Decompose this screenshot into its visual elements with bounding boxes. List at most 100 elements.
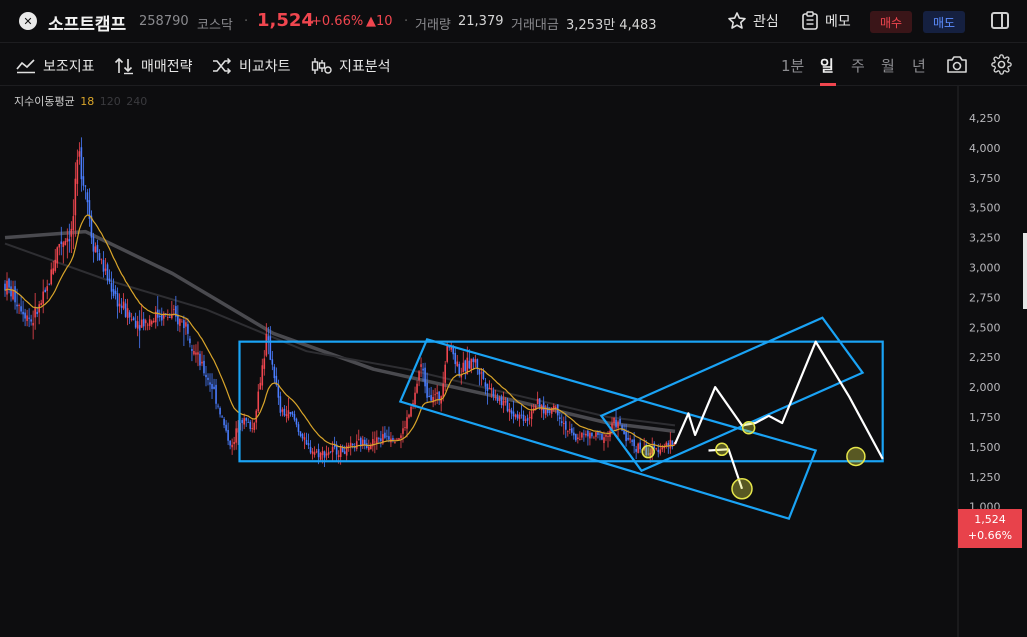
candle-body (331, 447, 334, 453)
candle-body (631, 440, 633, 442)
candle-body (530, 411, 533, 420)
candle-body (591, 432, 593, 437)
candle-body (488, 388, 491, 390)
candle-body (544, 409, 547, 415)
candle-body (253, 423, 256, 430)
timeframe-week[interactable]: 주 (851, 55, 865, 76)
candle-body (32, 322, 34, 326)
candle-body (603, 437, 605, 444)
candle-body (669, 439, 672, 449)
watch-button[interactable]: 관심 (727, 11, 779, 31)
strategy-button[interactable]: 매매전략 (114, 56, 193, 76)
candle-body (577, 437, 579, 440)
candle-body (597, 432, 599, 435)
user-drawings[interactable] (238, 316, 884, 521)
candle-body (132, 317, 135, 321)
close-icon[interactable]: ✕ (19, 12, 37, 30)
candle-body (94, 246, 97, 253)
candle-body (36, 311, 38, 315)
candle-body (404, 427, 406, 429)
candle-body (327, 452, 330, 455)
candle-body (44, 289, 46, 293)
candle-body (54, 259, 57, 271)
volume-label: 거래량 (415, 18, 451, 33)
candle-body (560, 421, 563, 423)
candle-body (235, 428, 237, 443)
candle-body (261, 365, 264, 386)
candle-body (661, 447, 664, 450)
compare-button[interactable]: 비교차트 (212, 56, 291, 76)
side-panel-icon[interactable] (991, 12, 1009, 29)
price-axis: 4,250 4,000 3,750 3,500 3,250 3,000 2,750 2,500… (969, 112, 1001, 514)
candle-body (191, 348, 193, 351)
price-chart[interactable]: 4,250 4,000 3,750 3,500 3,250 3,000 2,750 2,500… (0, 86, 1027, 637)
candle-body (478, 369, 481, 375)
candle-body (442, 383, 444, 397)
candle-body (420, 364, 422, 367)
ma18-line (4, 214, 675, 449)
candle-body (575, 433, 577, 441)
candle-body (225, 424, 227, 431)
candle-body (368, 446, 370, 451)
candle-body (84, 185, 87, 187)
separator-dot: · (404, 14, 409, 29)
candle-body (12, 290, 14, 300)
candle-body (181, 321, 183, 323)
y-tick-label: 1,750 (969, 411, 1001, 424)
candle-body (319, 452, 322, 460)
analysis-button[interactable]: 지표분석 (310, 56, 391, 76)
timeframe-year[interactable]: 년 (912, 55, 926, 76)
candle-body (428, 395, 430, 398)
strategy-label: 매매전략 (141, 59, 193, 75)
timeframe-day[interactable]: 일 (820, 55, 834, 76)
candle-body (138, 325, 141, 331)
candle-body (86, 192, 89, 203)
candle-body (625, 431, 627, 442)
camera-icon[interactable] (946, 55, 968, 74)
candle-body (114, 290, 117, 294)
candle-body (259, 382, 262, 390)
candle-body (498, 398, 501, 401)
star-icon (728, 12, 746, 29)
candle-body (265, 334, 268, 356)
sell-button[interactable]: 매도 (923, 11, 965, 33)
candle-body (219, 408, 221, 415)
candle-body (120, 305, 123, 308)
candle-body (213, 386, 215, 389)
candle-body (251, 428, 254, 429)
ma18-path (4, 214, 675, 449)
candle-body (146, 324, 149, 326)
candle-body (589, 432, 591, 439)
current-price-tag-value: 1,524 (974, 513, 1006, 526)
candle-body (486, 383, 489, 392)
candle-body (619, 419, 621, 424)
candle-body (476, 359, 479, 369)
candle-body (4, 283, 6, 291)
candle-body (386, 435, 388, 437)
volume-value: 21,379 (458, 14, 504, 29)
candle-body (247, 422, 250, 423)
timeframe-month[interactable]: 월 (881, 55, 895, 76)
candle-body (548, 411, 551, 413)
candle-body (241, 420, 243, 424)
marker-circle (641, 444, 655, 459)
candle-body (357, 439, 360, 441)
candle-body (26, 315, 28, 321)
candle-body (581, 432, 583, 438)
gear-icon[interactable] (991, 54, 1012, 75)
candle-body (82, 176, 85, 186)
candle-body (520, 414, 523, 416)
candle-body (607, 436, 609, 437)
scroll-handle[interactable] (1023, 233, 1027, 309)
timeframe-1min[interactable]: 1분 (781, 55, 804, 76)
candle-body (211, 384, 213, 389)
memo-button[interactable]: 메모 (801, 11, 851, 31)
indicators-label: 보조지표 (43, 59, 95, 75)
change-amount: ▲10 (366, 14, 393, 29)
indicators-button[interactable]: 보조지표 (16, 56, 95, 76)
marker-circle (741, 421, 756, 435)
candle-body (321, 451, 324, 456)
buy-button[interactable]: 매수 (870, 11, 912, 33)
y-tick-label: 3,500 (969, 202, 1001, 215)
candle-body (639, 442, 641, 450)
